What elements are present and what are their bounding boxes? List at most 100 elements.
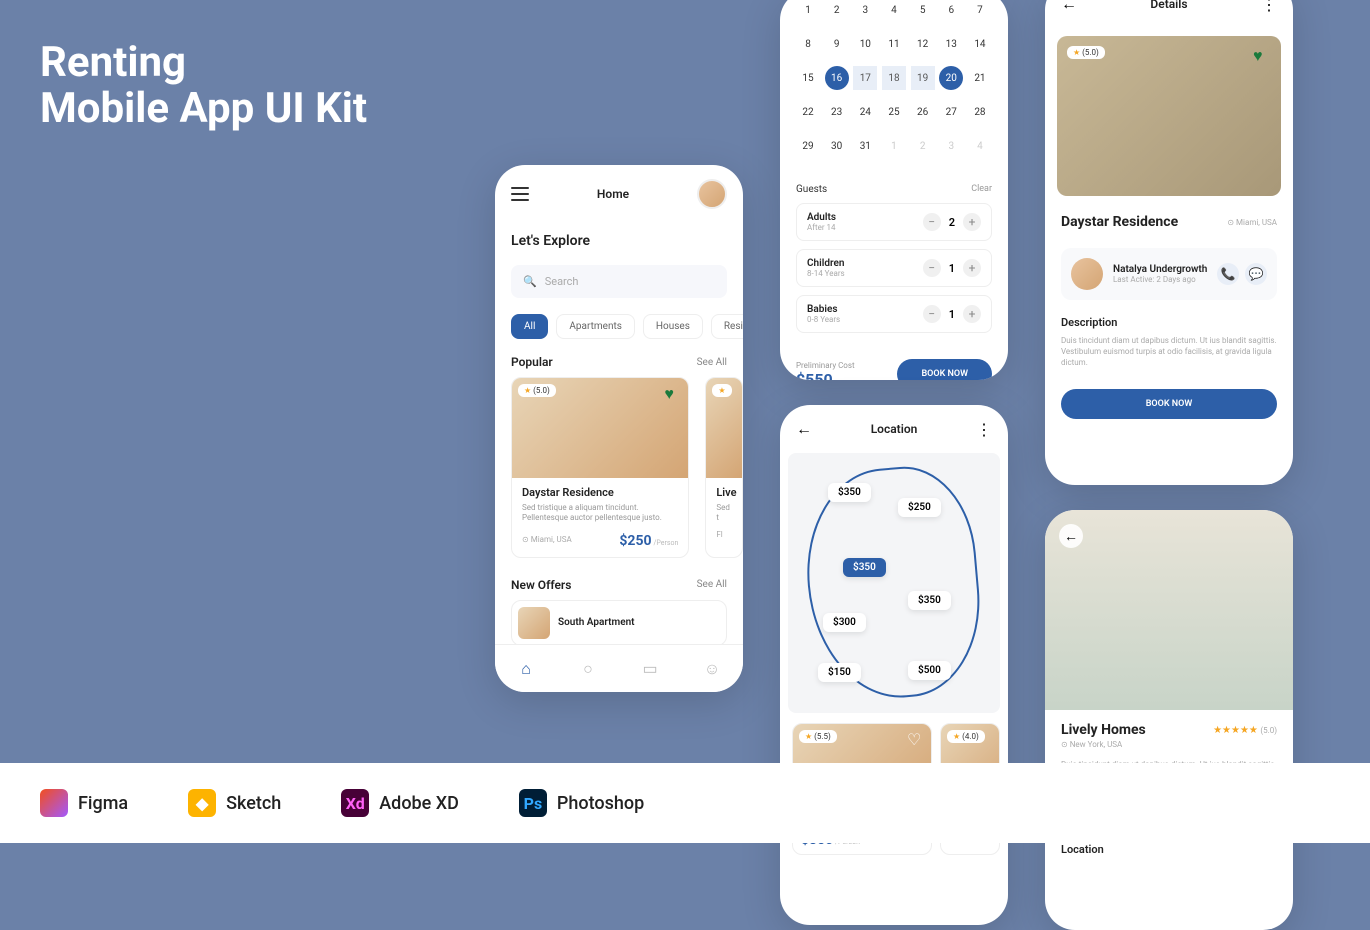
ps-icon: Ps bbox=[519, 789, 547, 817]
property-title: Daystar Residence bbox=[1061, 214, 1178, 230]
cal-day[interactable]: 28 bbox=[968, 100, 992, 124]
cal-day[interactable]: 21 bbox=[968, 66, 992, 90]
cal-day[interactable]: 13 bbox=[939, 32, 963, 56]
price-pin[interactable]: $300 bbox=[823, 613, 866, 632]
guest-row-babies: Babies0-8 Years −1+ bbox=[796, 295, 992, 333]
chip-residences[interactable]: Residences bbox=[711, 314, 743, 339]
calendar[interactable]: 1234567 891011121314 15161718192021 2223… bbox=[780, 0, 1008, 176]
price-pin-active[interactable]: $350 bbox=[843, 558, 886, 577]
popular-header: Popular See All bbox=[495, 347, 743, 377]
heart-icon[interactable]: ♡ bbox=[907, 730, 925, 748]
plus-button[interactable]: + bbox=[963, 213, 981, 231]
property-image: ★ bbox=[706, 378, 742, 478]
property-title: Daystar Residence bbox=[522, 486, 678, 499]
minus-button[interactable]: − bbox=[923, 213, 941, 231]
book-now-button[interactable]: BOOK NOW bbox=[1061, 389, 1277, 419]
popular-list[interactable]: ★(5.0) ♥ Daystar Residence Sed tristique… bbox=[495, 377, 743, 570]
clear-link[interactable]: Clear bbox=[971, 184, 992, 195]
tool-figma: Figma bbox=[40, 789, 128, 817]
cal-day[interactable]: 11 bbox=[882, 32, 906, 56]
search-icon: 🔍 bbox=[523, 275, 537, 288]
cal-day-selected[interactable]: 16 bbox=[825, 66, 849, 90]
more-icon[interactable]: ⋮ bbox=[1261, 0, 1277, 14]
host-card[interactable]: Natalya Undergrowth Last Active: 2 Days … bbox=[1061, 248, 1277, 300]
cal-day[interactable]: 25 bbox=[882, 100, 906, 124]
cal-day[interactable]: 26 bbox=[911, 100, 935, 124]
nav-map-icon[interactable]: ▭ bbox=[640, 659, 660, 679]
heart-icon[interactable]: ♥ bbox=[1253, 46, 1271, 64]
tool-sketch: ◆Sketch bbox=[188, 789, 281, 817]
home-title: Home bbox=[597, 187, 629, 201]
price-pin[interactable]: $500 bbox=[908, 661, 951, 680]
details-title: Details bbox=[1150, 0, 1187, 11]
price-pin[interactable]: $250 bbox=[898, 498, 941, 517]
cal-day[interactable]: 30 bbox=[825, 134, 849, 158]
see-all-link[interactable]: See All bbox=[697, 357, 727, 368]
guest-row-children: Children8-14 Years −1+ bbox=[796, 249, 992, 287]
menu-icon[interactable] bbox=[511, 187, 529, 201]
price-pin[interactable]: $350 bbox=[908, 591, 951, 610]
cal-day[interactable]: 9 bbox=[825, 32, 849, 56]
chip-apartments[interactable]: Apartments bbox=[556, 314, 635, 339]
call-icon[interactable]: 📞 bbox=[1217, 263, 1239, 285]
more-icon[interactable]: ⋮ bbox=[976, 420, 992, 439]
back-icon[interactable]: ← bbox=[796, 419, 812, 439]
cal-day-selected[interactable]: 20 bbox=[939, 66, 963, 90]
cal-day[interactable]: 1 bbox=[796, 0, 820, 22]
property-card-peek[interactable]: ★ Live Sed t Fl bbox=[705, 377, 743, 558]
price-pin[interactable]: $350 bbox=[828, 483, 871, 502]
back-icon[interactable]: ← bbox=[1061, 0, 1077, 14]
property-card[interactable]: ★(5.0) ♥ Daystar Residence Sed tristique… bbox=[511, 377, 689, 558]
plus-button[interactable]: + bbox=[963, 305, 981, 323]
cal-day[interactable]: 7 bbox=[968, 0, 992, 22]
cal-day[interactable]: 15 bbox=[796, 66, 820, 90]
nav-search-icon[interactable]: ○ bbox=[578, 659, 598, 679]
book-now-button[interactable]: BOOK NOW bbox=[897, 359, 992, 380]
cal-day[interactable]: 27 bbox=[939, 100, 963, 124]
cal-day[interactable]: 1 bbox=[882, 134, 906, 158]
cal-day[interactable]: 4 bbox=[882, 0, 906, 22]
cal-day[interactable]: 24 bbox=[853, 100, 877, 124]
chip-houses[interactable]: Houses bbox=[643, 314, 703, 339]
cal-day[interactable]: 6 bbox=[939, 0, 963, 22]
rating-badge: ★(5.0) bbox=[518, 384, 556, 397]
minus-button[interactable]: − bbox=[923, 305, 941, 323]
cost-value: $550 bbox=[796, 370, 855, 380]
cal-day[interactable]: 10 bbox=[853, 32, 877, 56]
new-offer-card[interactable]: South Apartment bbox=[511, 600, 727, 646]
cal-day[interactable]: 22 bbox=[796, 100, 820, 124]
cal-day[interactable]: 4 bbox=[968, 134, 992, 158]
cost-label: Preliminary Cost bbox=[796, 361, 855, 370]
map-view[interactable]: $350 $250 $350 $350 $300 $150 $500 bbox=[788, 453, 1000, 713]
cal-day-range[interactable]: 17 bbox=[853, 66, 877, 90]
rating-badge: ★(4.0) bbox=[947, 730, 985, 743]
heart-icon[interactable]: ♥ bbox=[664, 384, 682, 402]
chip-all[interactable]: All bbox=[511, 314, 548, 339]
cal-day[interactable]: 3 bbox=[939, 134, 963, 158]
nav-home-icon[interactable]: ⌂ bbox=[516, 659, 536, 679]
cal-day[interactable]: 2 bbox=[911, 134, 935, 158]
cal-day-range[interactable]: 19 bbox=[911, 66, 935, 90]
home-header: Home bbox=[495, 165, 743, 223]
cal-day[interactable]: 14 bbox=[968, 32, 992, 56]
see-all-link[interactable]: See All bbox=[697, 579, 727, 590]
cal-day[interactable]: 3 bbox=[853, 0, 877, 22]
cal-day[interactable]: 5 bbox=[911, 0, 935, 22]
minus-button[interactable]: − bbox=[923, 259, 941, 277]
cal-day[interactable]: 23 bbox=[825, 100, 849, 124]
chat-icon[interactable]: 💬 bbox=[1245, 263, 1267, 285]
nav-profile-icon[interactable]: ☺ bbox=[702, 659, 722, 679]
avatar[interactable] bbox=[697, 179, 727, 209]
back-icon[interactable]: ← bbox=[1059, 524, 1083, 548]
cal-day[interactable]: 8 bbox=[796, 32, 820, 56]
cal-day-range[interactable]: 18 bbox=[882, 66, 906, 90]
plus-button[interactable]: + bbox=[963, 259, 981, 277]
cal-day[interactable]: 2 bbox=[825, 0, 849, 22]
property-hero-image: ← bbox=[1045, 510, 1293, 710]
cal-day[interactable]: 12 bbox=[911, 32, 935, 56]
cal-day[interactable]: 29 bbox=[796, 134, 820, 158]
cal-day[interactable]: 31 bbox=[853, 134, 877, 158]
price-pin[interactable]: $150 bbox=[818, 663, 861, 682]
phone-detail-alt: ← Lively Homes ★★★★★ (5.0) ⊙New York, US… bbox=[1045, 510, 1293, 930]
search-input[interactable]: 🔍 Search bbox=[511, 265, 727, 298]
